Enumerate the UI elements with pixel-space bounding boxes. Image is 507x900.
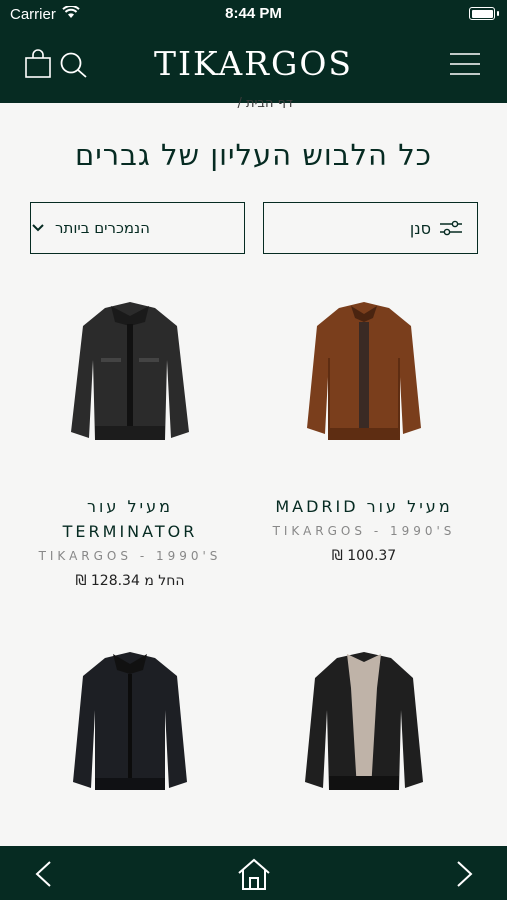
product-card[interactable] <box>254 648 474 800</box>
back-icon[interactable] <box>33 860 53 888</box>
filter-button[interactable]: סנן <box>263 202 478 254</box>
home-icon[interactable] <box>236 857 272 891</box>
product-image[interactable] <box>299 298 429 448</box>
sliders-icon <box>440 220 462 236</box>
sort-dropdown[interactable]: הנמכרים ביותר <box>30 202 245 254</box>
sort-label: הנמכרים ביותר <box>55 219 150 237</box>
product-name[interactable]: מעיל עור MADRID <box>254 494 474 519</box>
product-image[interactable] <box>299 648 429 796</box>
menu-icon[interactable] <box>449 52 481 78</box>
forward-icon[interactable] <box>455 860 475 888</box>
chevron-down-icon <box>32 224 44 232</box>
product-brand: TIKARGOS - 1990'S <box>272 524 456 538</box>
product-price: 100.37 ₪ <box>331 548 397 564</box>
top-bar: Carrier 8:44 PM TIKARGOS <box>0 0 507 103</box>
product-card[interactable] <box>20 648 240 800</box>
filter-label: סנן <box>409 218 431 238</box>
product-image[interactable] <box>65 648 195 796</box>
product-image[interactable] <box>65 298 195 448</box>
product-brand: TIKARGOS - 1990'S <box>38 549 222 563</box>
product-name[interactable]: מעיל עור TERMINATOR <box>20 494 240 544</box>
product-price: החל מ 128.34 ₪ <box>75 573 185 589</box>
product-card[interactable]: מעיל עור TERMINATOR TIKARGOS - 1990'S הח… <box>20 298 240 589</box>
status-time: 8:44 PM <box>225 5 282 22</box>
brand-logo[interactable]: TIKARGOS <box>0 44 507 83</box>
page-title: כל הלבוש העליון של גברים <box>74 138 433 172</box>
bottom-nav <box>0 846 507 900</box>
breadcrumb[interactable]: דף הבית / <box>237 96 293 108</box>
battery-icon <box>469 7 499 20</box>
status-bar: Carrier 8:44 PM <box>0 0 507 30</box>
product-card[interactable]: מעיל עור MADRID TIKARGOS - 1990'S 100.37… <box>254 298 474 564</box>
